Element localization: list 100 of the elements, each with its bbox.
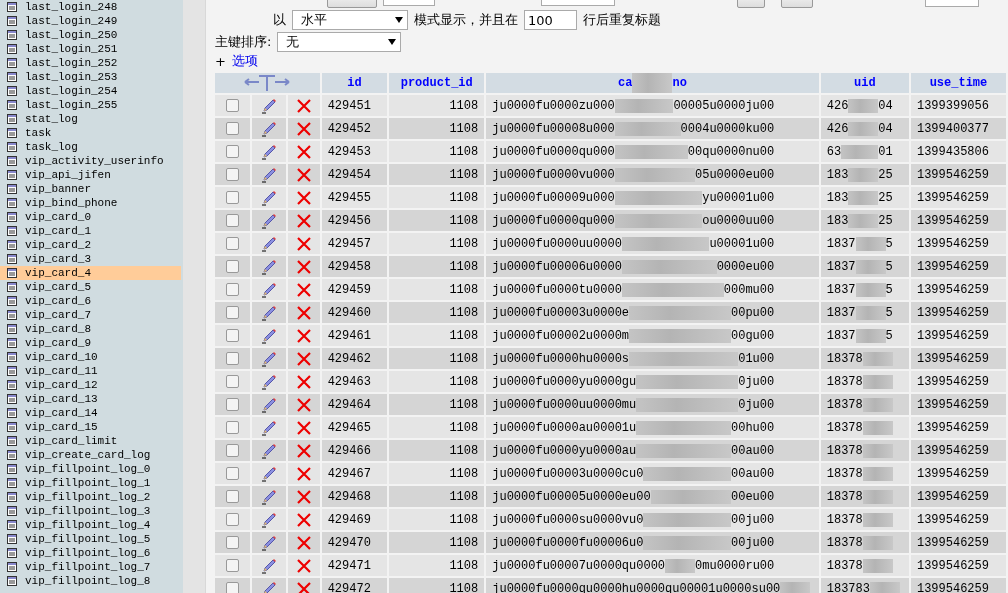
table-list-item[interactable]: last_login_249: [0, 14, 181, 28]
table-list-item[interactable]: task: [0, 126, 181, 140]
repeat-input[interactable]: 100: [524, 10, 577, 30]
table-list-item[interactable]: last_login_248: [0, 0, 181, 14]
table-list-item[interactable]: last_login_250: [0, 28, 181, 42]
row-checkbox[interactable]: [226, 259, 239, 273]
table-list-item[interactable]: vip_banner: [0, 182, 181, 196]
row-checkbox[interactable]: [226, 282, 239, 296]
delete-icon[interactable]: [295, 442, 312, 459]
table-list-item[interactable]: vip_fillpoint_log_8: [0, 574, 181, 588]
row-checkbox[interactable]: [226, 328, 239, 342]
pencil-icon[interactable]: [261, 534, 277, 551]
row-checkbox[interactable]: [226, 305, 239, 319]
delete-icon[interactable]: [295, 143, 312, 160]
delete-icon[interactable]: [295, 281, 312, 298]
pencil-icon[interactable]: [261, 281, 277, 298]
table-list-item[interactable]: vip_card_11: [0, 364, 181, 378]
table-list-item[interactable]: vip_card_10: [0, 350, 181, 364]
table-list-item[interactable]: stat_log: [0, 112, 181, 126]
table-list-item[interactable]: task_log: [0, 140, 181, 154]
table-list-item[interactable]: vip_create_card_log: [0, 448, 181, 462]
delete-icon[interactable]: [295, 373, 312, 390]
pencil-icon[interactable]: [261, 258, 277, 275]
table-list-item[interactable]: vip_activity_userinfo: [0, 154, 181, 168]
row-checkbox[interactable]: [226, 121, 239, 135]
table-list-item[interactable]: vip_fillpoint_log_3: [0, 504, 181, 518]
row-checkbox[interactable]: [226, 535, 239, 549]
table-list-item[interactable]: vip_fillpoint_log_1: [0, 476, 181, 490]
table-list-item[interactable]: last_login_255: [0, 98, 181, 112]
table-list-item[interactable]: vip_card_8: [0, 322, 181, 336]
row-checkbox[interactable]: [226, 190, 239, 204]
row-checkbox[interactable]: [226, 167, 239, 181]
pencil-icon[interactable]: [261, 166, 277, 183]
table-list-item[interactable]: last_login_252: [0, 56, 181, 70]
row-checkbox[interactable]: [226, 581, 239, 593]
table-list-item[interactable]: vip_card_6: [0, 294, 181, 308]
delete-icon[interactable]: [295, 327, 312, 344]
table-list-item[interactable]: vip_card_15: [0, 420, 181, 434]
row-checkbox[interactable]: [226, 374, 239, 388]
delete-icon[interactable]: [295, 189, 312, 206]
row-checkbox[interactable]: [226, 397, 239, 411]
expand-toggle[interactable]: +: [215, 53, 226, 69]
table-list-item[interactable]: vip_card_3: [0, 252, 181, 266]
table-list-item[interactable]: vip_api_jifen: [0, 168, 181, 182]
column-header[interactable]: uid: [820, 73, 909, 93]
table-list-item[interactable]: vip_card_limit: [0, 434, 181, 448]
pencil-icon[interactable]: [261, 235, 277, 252]
pencil-icon[interactable]: [261, 143, 277, 160]
table-list-item[interactable]: vip_card_14: [0, 406, 181, 420]
row-checkbox[interactable]: [226, 558, 239, 572]
delete-icon[interactable]: [295, 557, 312, 574]
delete-icon[interactable]: [295, 534, 312, 551]
row-checkbox[interactable]: [226, 144, 239, 158]
pencil-icon[interactable]: [261, 396, 277, 413]
pencil-icon[interactable]: [261, 327, 277, 344]
delete-icon[interactable]: [295, 488, 312, 505]
delete-icon[interactable]: [295, 304, 312, 321]
row-checkbox[interactable]: [226, 466, 239, 480]
row-checkbox[interactable]: [226, 351, 239, 365]
delete-icon[interactable]: [295, 120, 312, 137]
delete-icon[interactable]: [295, 580, 312, 593]
column-header[interactable]: no: [672, 76, 687, 90]
table-list-item[interactable]: vip_card_0: [0, 210, 181, 224]
table-list-item[interactable]: vip_card_2: [0, 238, 181, 252]
pencil-icon[interactable]: [261, 350, 277, 367]
delete-icon[interactable]: [295, 396, 312, 413]
row-checkbox[interactable]: [226, 512, 239, 526]
table-list-item[interactable]: vip_card_7: [0, 308, 181, 322]
table-list-item[interactable]: vip_card_4: [0, 266, 181, 280]
pencil-icon[interactable]: [261, 419, 277, 436]
delete-icon[interactable]: [295, 235, 312, 252]
pencil-icon[interactable]: [261, 488, 277, 505]
table-list-item[interactable]: vip_fillpoint_log_2: [0, 490, 181, 504]
pencil-icon[interactable]: [261, 120, 277, 137]
pencil-icon[interactable]: [261, 189, 277, 206]
table-list-item[interactable]: last_login_254: [0, 84, 181, 98]
pencil-icon[interactable]: [261, 511, 277, 528]
delete-icon[interactable]: [295, 350, 312, 367]
pencil-icon[interactable]: [261, 373, 277, 390]
column-header[interactable]: use_time: [910, 73, 1006, 93]
table-list-item[interactable]: vip_fillpoint_log_6: [0, 546, 181, 560]
table-list-item[interactable]: vip_card_1: [0, 224, 181, 238]
column-header[interactable]: product_id: [389, 73, 485, 93]
delete-icon[interactable]: [295, 419, 312, 436]
pencil-icon[interactable]: [261, 442, 277, 459]
delete-icon[interactable]: [295, 258, 312, 275]
table-list-item[interactable]: vip_card_5: [0, 280, 181, 294]
table-list-item[interactable]: last_login_251: [0, 42, 181, 56]
row-checkbox[interactable]: [226, 98, 239, 112]
delete-icon[interactable]: [295, 465, 312, 482]
row-checkbox[interactable]: [226, 236, 239, 250]
pencil-icon[interactable]: [261, 465, 277, 482]
row-checkbox[interactable]: [226, 489, 239, 503]
delete-icon[interactable]: [295, 97, 312, 114]
delete-icon[interactable]: [295, 511, 312, 528]
mode-select[interactable]: 水平: [292, 10, 408, 30]
table-list-item[interactable]: last_login_253: [0, 70, 181, 84]
sort-select[interactable]: 无: [277, 32, 402, 52]
table-list-item[interactable]: vip_card_13: [0, 392, 181, 406]
table-list-item[interactable]: vip_bind_phone: [0, 196, 181, 210]
